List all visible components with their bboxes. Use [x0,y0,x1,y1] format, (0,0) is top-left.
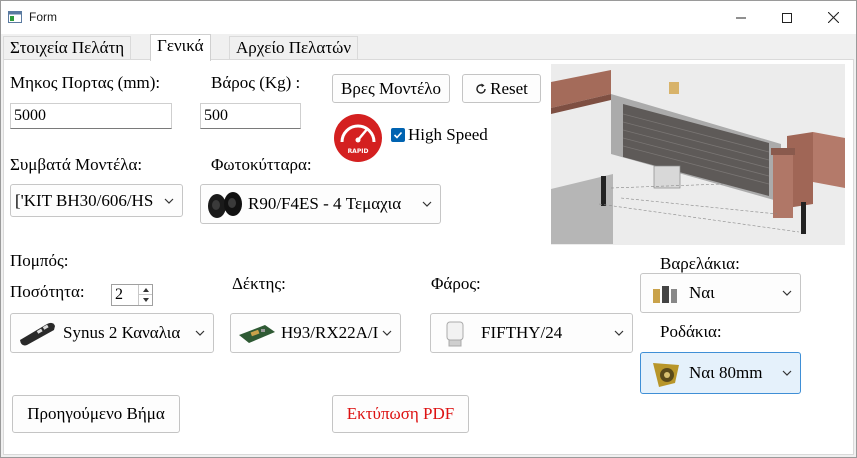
minimize-button[interactable] [718,1,764,34]
wheels-dropdown[interactable]: Ναι 80mm [640,352,801,394]
title-bar: Form [1,1,856,34]
receiver-dropdown[interactable]: H93/RX22A/I [230,313,401,353]
beacon-dropdown[interactable]: FIFTHY/24 [430,313,633,353]
close-icon [827,12,839,23]
compatible-models-value: ['KIT BH30/606/HS [15,190,154,210]
beacon-light-icon [446,321,464,347]
previous-step-label: Προηγούμενο Βήμα [27,404,165,423]
chevron-up-icon [142,287,149,292]
form-window: Form Στοιχεία Πελάτη Γενικά Αρχείο Πελατ… [0,0,857,458]
weight-input[interactable]: 500 [200,103,301,129]
stepper-up-button[interactable] [138,285,152,295]
compatible-models-label: Συμβατά Μοντέλα: [10,155,143,174]
checkmark-icon [393,131,403,139]
transmitter-label: Πομπός: [10,251,69,270]
rapid-speed-icon: RAPID [334,114,382,162]
beacon-value: FIFTHY/24 [481,323,563,342]
quantity-value: 2 [115,286,123,303]
weights-dropdown[interactable]: Ναι [640,273,801,313]
transmitter-dropdown[interactable]: Synus 2 Καναλια [10,313,214,353]
app-icon [8,11,22,23]
reset-button[interactable]: Reset [462,74,541,103]
chevron-down-icon [782,370,792,376]
find-model-label: Βρες Μοντέλο [341,78,441,98]
high-speed-label: High Speed [408,125,488,144]
stepper-down-button[interactable] [138,295,152,305]
receiver-label: Δέκτης: [232,274,286,293]
weights-label: Βαρελάκια: [660,254,740,273]
wheels-label: Ροδάκια: [660,322,722,341]
chevron-down-icon [382,330,392,336]
high-speed-checkbox[interactable] [391,128,405,142]
photocells-value: R90/F4ES - 4 Τεμαχια [248,194,402,213]
rapid-badge-text: RAPID [348,148,369,155]
photocells-label: Φωτοκύτταρα: [211,155,312,174]
tab-general[interactable]: Γενικά [150,34,211,61]
gate-installation-image [551,64,845,245]
photocell-icon [208,192,242,218]
general-tab-panel: Μηκος Πορτας (mm): 5000 Βάρος (Kg) : 500… [3,59,854,455]
print-pdf-label: Εκτύπωση PDF [346,404,455,423]
chevron-down-icon [782,290,792,296]
tab-customer-archive[interactable]: Αρχείο Πελατών [229,36,359,60]
refresh-icon [476,83,486,94]
wheels-value: Ναι 80mm [689,363,763,382]
find-model-button[interactable]: Βρες Μοντέλο [332,74,450,103]
weight-label: Βάρος (Kg) : [211,73,301,92]
chevron-down-icon [422,201,432,207]
previous-step-button[interactable]: Προηγούμενο Βήμα [12,395,180,433]
minimize-icon [736,17,746,18]
maximize-icon [782,12,792,23]
maximize-button[interactable] [764,1,810,34]
transmitter-value: Synus 2 Καναλια [63,323,181,342]
compatible-models-dropdown[interactable]: ['KIT BH30/606/HS [10,184,183,217]
reset-label: Reset [490,78,528,98]
chevron-down-icon [164,198,174,204]
receiver-board-icon [239,325,275,343]
print-pdf-button[interactable]: Εκτύπωση PDF [332,395,469,433]
tab-customer-details[interactable]: Στοιχεία Πελάτη [3,36,132,60]
wheel-icon [653,363,679,387]
chevron-down-icon [614,330,624,336]
close-button[interactable] [810,1,856,34]
door-length-input[interactable]: 5000 [10,103,172,129]
quantity-label: Ποσότητα: [10,282,85,301]
window-title: Form [29,10,57,24]
weight-cylinder-icon [653,286,677,303]
door-length-label: Μηκος Πορτας (mm): [10,73,161,92]
beacon-label: Φάρος: [431,274,481,293]
quantity-stepper[interactable]: 2 [111,284,153,306]
remote-control-icon [20,322,55,346]
weights-value: Ναι [689,283,715,302]
chevron-down-icon [195,330,205,336]
photocells-dropdown[interactable]: R90/F4ES - 4 Τεμαχια [200,184,441,224]
tab-strip: Στοιχεία Πελάτη Γενικά Αρχείο Πελατών [1,34,856,61]
receiver-value: H93/RX22A/I [281,323,379,342]
chevron-down-icon [142,298,149,302]
